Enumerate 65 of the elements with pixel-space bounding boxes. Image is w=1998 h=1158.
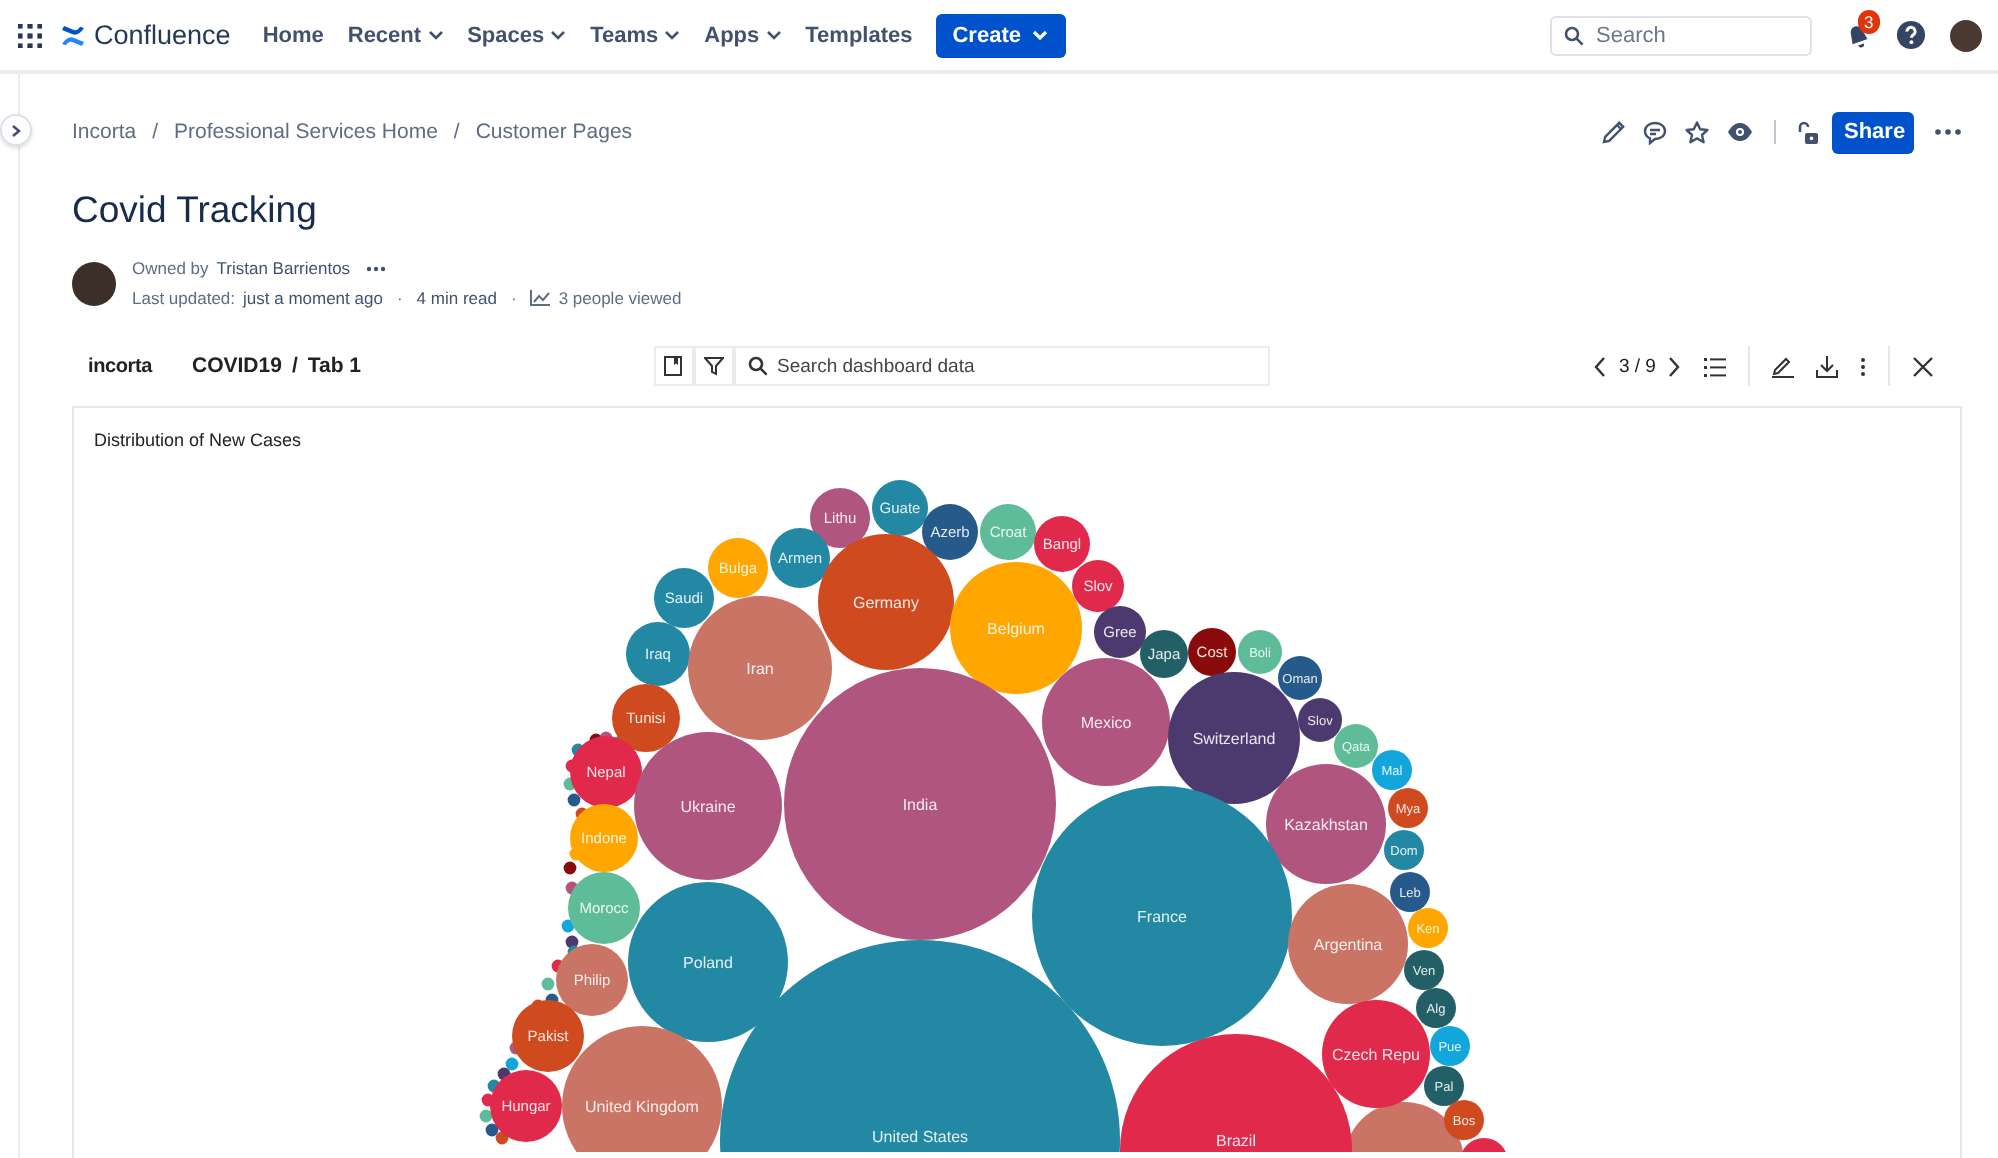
search-icon (1564, 25, 1584, 45)
country-bubble[interactable]: Ukraine (634, 732, 782, 880)
bullet-separator: · (396, 288, 403, 308)
list-icon[interactable] (1703, 355, 1726, 377)
nav-menu-item[interactable]: Teams (578, 11, 693, 59)
filter-button[interactable] (693, 346, 733, 386)
chevron-down-icon (1032, 30, 1049, 40)
bookmark-button[interactable] (653, 346, 693, 386)
eye-icon[interactable] (1726, 122, 1754, 142)
page-title: Covid Tracking (72, 186, 319, 234)
help-icon[interactable] (1896, 20, 1926, 50)
nav-menu-item[interactable]: Recent (335, 11, 456, 59)
breadcrumb-separator: / (152, 120, 159, 144)
filter-icon (703, 356, 723, 376)
incorta-logo: incorta (88, 355, 155, 377)
owned-by-label: Owned by (132, 258, 209, 278)
last-updated-link[interactable]: just a moment ago (243, 288, 383, 308)
more-vertical-icon[interactable] (1859, 355, 1866, 377)
path-separator: / (291, 354, 298, 378)
more-options-icon[interactable] (1934, 128, 1962, 136)
previous-icon[interactable] (1592, 355, 1609, 377)
user-avatar[interactable] (1950, 19, 1982, 51)
breadcrumb-link[interactable]: Professional Services Home (174, 120, 438, 144)
chart-title: Distribution of New Cases (94, 430, 302, 450)
create-button[interactable]: Create (936, 13, 1067, 57)
next-icon[interactable] (1665, 355, 1682, 377)
search-field[interactable]: Search (1550, 15, 1812, 55)
nav-menu-item[interactable]: Apps (692, 11, 794, 59)
country-bubble[interactable]: Poland (628, 882, 788, 1042)
country-bubble[interactable]: Germany (818, 534, 954, 670)
page-counter: 3 / 9 (1618, 355, 1656, 377)
line-chart-icon (530, 290, 551, 306)
country-bubble[interactable]: India (784, 668, 1056, 940)
pencil-icon[interactable] (1600, 119, 1626, 145)
search-icon (747, 356, 767, 376)
views-link[interactable]: 3 people viewed (558, 288, 682, 308)
owner-avatar (72, 261, 116, 305)
more-options-icon[interactable] (366, 265, 387, 271)
nav-menu-item[interactable]: Templates (793, 11, 925, 59)
breadcrumb-separator: / (453, 120, 460, 144)
chevron-right-icon (10, 123, 22, 137)
bookmark-icon (664, 356, 682, 376)
tab-name: Tab 1 (307, 354, 362, 378)
read-time: 4 min read (416, 288, 497, 308)
sidebar-toggle-button[interactable] (0, 114, 32, 146)
dashboard-name: COVID19 (192, 354, 282, 378)
pencil-icon[interactable] (1771, 355, 1794, 377)
nav-menu-item[interactable]: Spaces (455, 11, 579, 59)
nav-menu-item[interactable]: Home (250, 11, 336, 59)
owner-link[interactable]: Tristan Barrientos (216, 258, 351, 278)
notification-badge: 3 (1858, 9, 1880, 33)
bullet-separator: · (510, 288, 517, 308)
close-icon[interactable] (1911, 355, 1934, 377)
search-dashboard-field[interactable]: Search dashboard data (733, 346, 1269, 386)
comment-icon[interactable] (1642, 119, 1668, 145)
unlocked-padlock-icon[interactable] (1796, 119, 1820, 145)
breadcrumb-link[interactable]: Customer Pages (475, 120, 633, 144)
last-updated-label: Last updated: (132, 288, 236, 308)
confluence-logo-icon (60, 23, 86, 47)
breadcrumb-link[interactable]: Incorta (72, 120, 137, 144)
confluence-logo[interactable]: Confluence (94, 20, 231, 50)
download-icon[interactable] (1815, 355, 1838, 377)
app-switcher-icon[interactable] (18, 23, 42, 47)
star-icon[interactable] (1684, 119, 1710, 145)
share-button[interactable]: Share (1832, 111, 1914, 153)
